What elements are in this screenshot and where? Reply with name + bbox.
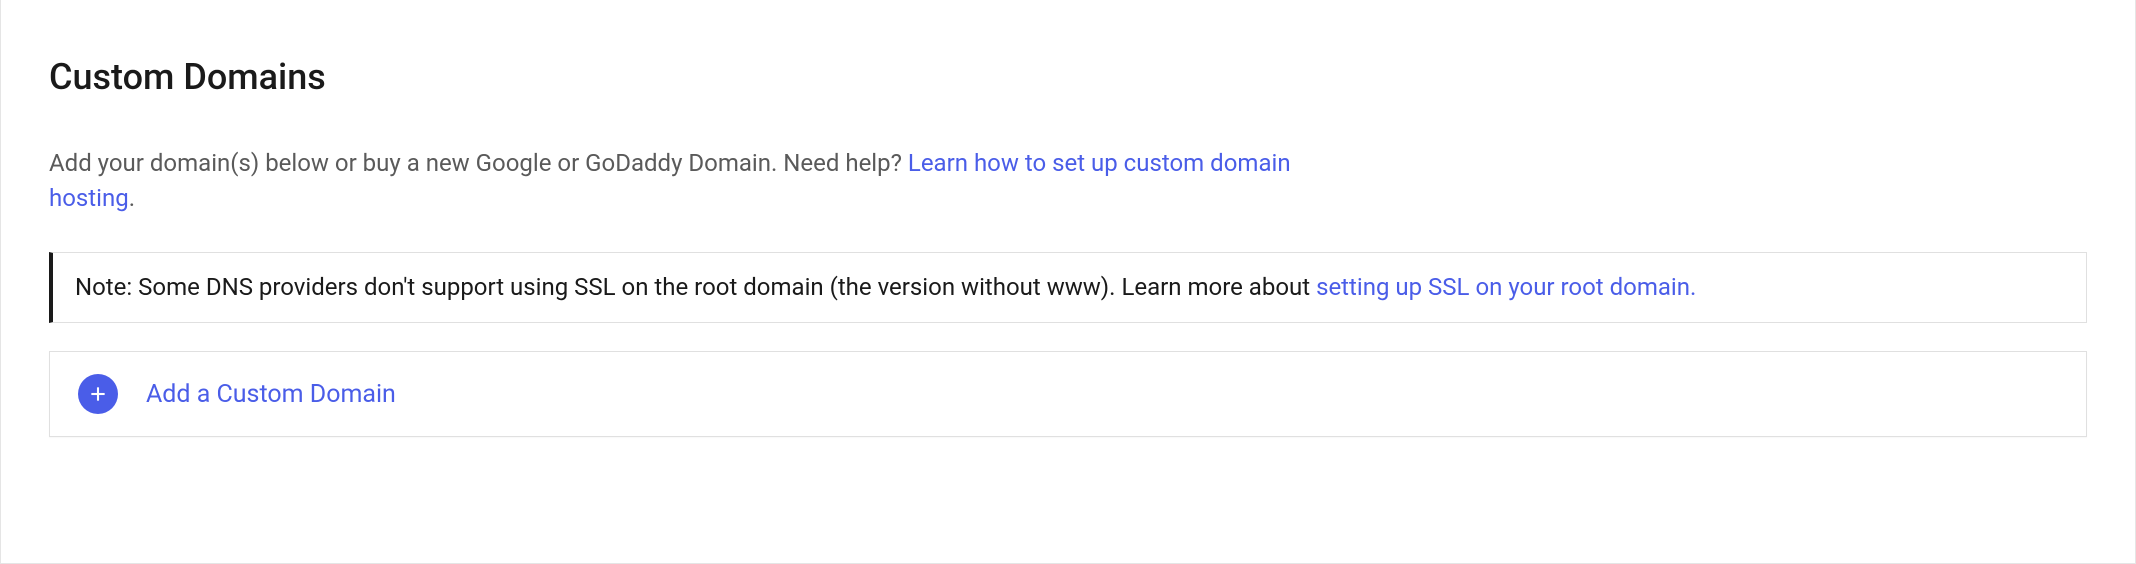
- ssl-root-domain-link[interactable]: setting up SSL on your root domain.: [1316, 273, 1696, 301]
- add-custom-domain-button[interactable]: Add a Custom Domain: [49, 351, 2087, 437]
- note-prefix: Note: Some DNS providers don't support u…: [75, 273, 1316, 301]
- description-suffix: .: [129, 184, 135, 212]
- plus-icon: [78, 374, 118, 414]
- ssl-note-box: Note: Some DNS providers don't support u…: [49, 252, 2087, 324]
- description-text: Add your domain(s) below or buy a new Go…: [49, 146, 1349, 216]
- description-prefix: Add your domain(s) below or buy a new Go…: [49, 149, 908, 177]
- custom-domains-panel: Custom Domains Add your domain(s) below …: [0, 0, 2136, 564]
- add-button-label: Add a Custom Domain: [146, 380, 396, 409]
- page-title: Custom Domains: [49, 56, 2087, 98]
